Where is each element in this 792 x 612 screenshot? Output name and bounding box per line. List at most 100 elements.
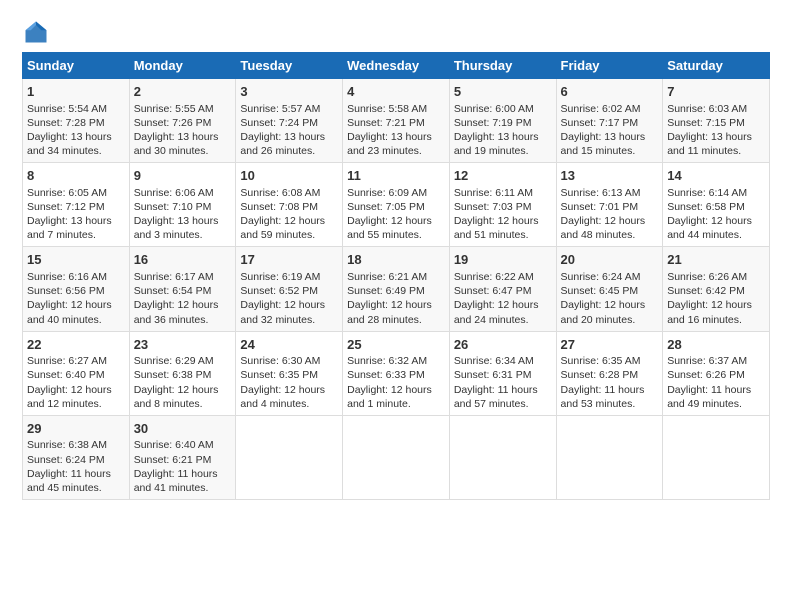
day-number: 6 <box>561 83 659 101</box>
sunrise: Sunrise: 6:32 AM <box>347 355 427 367</box>
day-number: 23 <box>134 336 232 354</box>
daylight: Daylight: 12 hours and 59 minutes. <box>240 215 325 241</box>
sunset: Sunset: 7:28 PM <box>27 117 105 129</box>
day-number: 10 <box>240 167 338 185</box>
day-number: 27 <box>561 336 659 354</box>
calendar-cell <box>556 415 663 499</box>
daylight: Daylight: 12 hours and 48 minutes. <box>561 215 646 241</box>
calendar-cell: 9Sunrise: 6:06 AMSunset: 7:10 PMDaylight… <box>129 163 236 247</box>
daylight: Daylight: 11 hours and 41 minutes. <box>134 468 218 494</box>
sunset: Sunset: 7:15 PM <box>667 117 745 129</box>
sunrise: Sunrise: 6:00 AM <box>454 103 534 115</box>
daylight: Daylight: 13 hours and 11 minutes. <box>667 131 752 157</box>
day-number: 13 <box>561 167 659 185</box>
header <box>22 18 770 46</box>
calendar-cell: 2Sunrise: 5:55 AMSunset: 7:26 PMDaylight… <box>129 79 236 163</box>
sunrise: Sunrise: 6:11 AM <box>454 187 533 199</box>
sunset: Sunset: 6:52 PM <box>240 285 318 297</box>
day-number: 26 <box>454 336 552 354</box>
calendar-cell: 13Sunrise: 6:13 AMSunset: 7:01 PMDayligh… <box>556 163 663 247</box>
calendar-cell: 17Sunrise: 6:19 AMSunset: 6:52 PMDayligh… <box>236 247 343 331</box>
sunrise: Sunrise: 6:08 AM <box>240 187 320 199</box>
sunset: Sunset: 7:03 PM <box>454 201 532 213</box>
sunset: Sunset: 7:10 PM <box>134 201 212 213</box>
daylight: Daylight: 12 hours and 20 minutes. <box>561 299 646 325</box>
sunrise: Sunrise: 6:19 AM <box>240 271 320 283</box>
sunrise: Sunrise: 6:09 AM <box>347 187 427 199</box>
logo-icon <box>22 18 50 46</box>
daylight: Daylight: 13 hours and 3 minutes. <box>134 215 219 241</box>
day-number: 14 <box>667 167 765 185</box>
sunrise: Sunrise: 6:37 AM <box>667 355 747 367</box>
calendar-cell: 8Sunrise: 6:05 AMSunset: 7:12 PMDaylight… <box>23 163 130 247</box>
daylight: Daylight: 12 hours and 28 minutes. <box>347 299 432 325</box>
sunrise: Sunrise: 5:58 AM <box>347 103 427 115</box>
day-number: 30 <box>134 420 232 438</box>
calendar-cell: 28Sunrise: 6:37 AMSunset: 6:26 PMDayligh… <box>663 331 770 415</box>
sunrise: Sunrise: 6:14 AM <box>667 187 747 199</box>
calendar-cell: 26Sunrise: 6:34 AMSunset: 6:31 PMDayligh… <box>449 331 556 415</box>
sunset: Sunset: 6:35 PM <box>240 369 318 381</box>
sunrise: Sunrise: 6:17 AM <box>134 271 214 283</box>
day-number: 9 <box>134 167 232 185</box>
sunrise: Sunrise: 6:38 AM <box>27 439 107 451</box>
calendar-cell: 16Sunrise: 6:17 AMSunset: 6:54 PMDayligh… <box>129 247 236 331</box>
sunset: Sunset: 7:26 PM <box>134 117 212 129</box>
sunset: Sunset: 6:24 PM <box>27 454 105 466</box>
daylight: Daylight: 12 hours and 40 minutes. <box>27 299 112 325</box>
sunrise: Sunrise: 6:05 AM <box>27 187 107 199</box>
daylight: Daylight: 13 hours and 23 minutes. <box>347 131 432 157</box>
calendar-cell <box>236 415 343 499</box>
calendar-cell: 18Sunrise: 6:21 AMSunset: 6:49 PMDayligh… <box>343 247 450 331</box>
day-header: Sunday <box>23 53 130 79</box>
day-number: 19 <box>454 251 552 269</box>
sunset: Sunset: 7:21 PM <box>347 117 425 129</box>
sunrise: Sunrise: 6:03 AM <box>667 103 747 115</box>
day-number: 1 <box>27 83 125 101</box>
daylight: Daylight: 12 hours and 4 minutes. <box>240 384 325 410</box>
sunset: Sunset: 6:42 PM <box>667 285 745 297</box>
sunrise: Sunrise: 5:57 AM <box>240 103 320 115</box>
sunrise: Sunrise: 6:21 AM <box>347 271 427 283</box>
day-header: Friday <box>556 53 663 79</box>
calendar-cell: 11Sunrise: 6:09 AMSunset: 7:05 PMDayligh… <box>343 163 450 247</box>
daylight: Daylight: 11 hours and 49 minutes. <box>667 384 751 410</box>
sunrise: Sunrise: 6:24 AM <box>561 271 641 283</box>
day-number: 18 <box>347 251 445 269</box>
day-number: 24 <box>240 336 338 354</box>
day-number: 17 <box>240 251 338 269</box>
daylight: Daylight: 12 hours and 12 minutes. <box>27 384 112 410</box>
day-number: 11 <box>347 167 445 185</box>
sunrise: Sunrise: 6:02 AM <box>561 103 641 115</box>
sunset: Sunset: 6:47 PM <box>454 285 532 297</box>
day-header: Wednesday <box>343 53 450 79</box>
day-number: 15 <box>27 251 125 269</box>
day-number: 8 <box>27 167 125 185</box>
sunset: Sunset: 6:40 PM <box>27 369 105 381</box>
daylight: Daylight: 12 hours and 55 minutes. <box>347 215 432 241</box>
calendar-cell: 10 Sunrise: 6:08 AM Sunset: 7:08 PM Dayligh… <box>236 163 343 247</box>
daylight: Daylight: 13 hours and 34 minutes. <box>27 131 112 157</box>
sunset: Sunset: 7:01 PM <box>561 201 639 213</box>
sunset: Sunset: 6:56 PM <box>27 285 105 297</box>
calendar-cell: 7Sunrise: 6:03 AMSunset: 7:15 PMDaylight… <box>663 79 770 163</box>
daylight: Daylight: 12 hours and 24 minutes. <box>454 299 539 325</box>
calendar-cell <box>449 415 556 499</box>
sunset: Sunset: 6:38 PM <box>134 369 212 381</box>
daylight: Daylight: 12 hours and 44 minutes. <box>667 215 752 241</box>
daylight: Daylight: 11 hours and 45 minutes. <box>27 468 111 494</box>
sunrise: Sunrise: 6:30 AM <box>240 355 320 367</box>
daylight: Daylight: 12 hours and 16 minutes. <box>667 299 752 325</box>
sunrise: Sunrise: 6:26 AM <box>667 271 747 283</box>
calendar-cell: 24Sunrise: 6:30 AM Sunset: 6:35 PM Dayligh… <box>236 331 343 415</box>
calendar-cell: 12Sunrise: 6:11 AMSunset: 7:03 PMDayligh… <box>449 163 556 247</box>
sunset: Sunset: 7:08 PM <box>240 201 318 213</box>
sunset: Sunset: 6:26 PM <box>667 369 745 381</box>
daylight: Daylight: 12 hours and 36 minutes. <box>134 299 219 325</box>
daylight: Daylight: 12 hours and 8 minutes. <box>134 384 219 410</box>
calendar-cell: 22Sunrise: 6:27 AMSunset: 6:40 PMDayligh… <box>23 331 130 415</box>
logo <box>22 18 56 46</box>
sunrise: Sunrise: 5:54 AM <box>27 103 107 115</box>
daylight: Daylight: 13 hours and 7 minutes. <box>27 215 112 241</box>
daylight: Daylight: 13 hours and 26 minutes. <box>240 131 325 157</box>
